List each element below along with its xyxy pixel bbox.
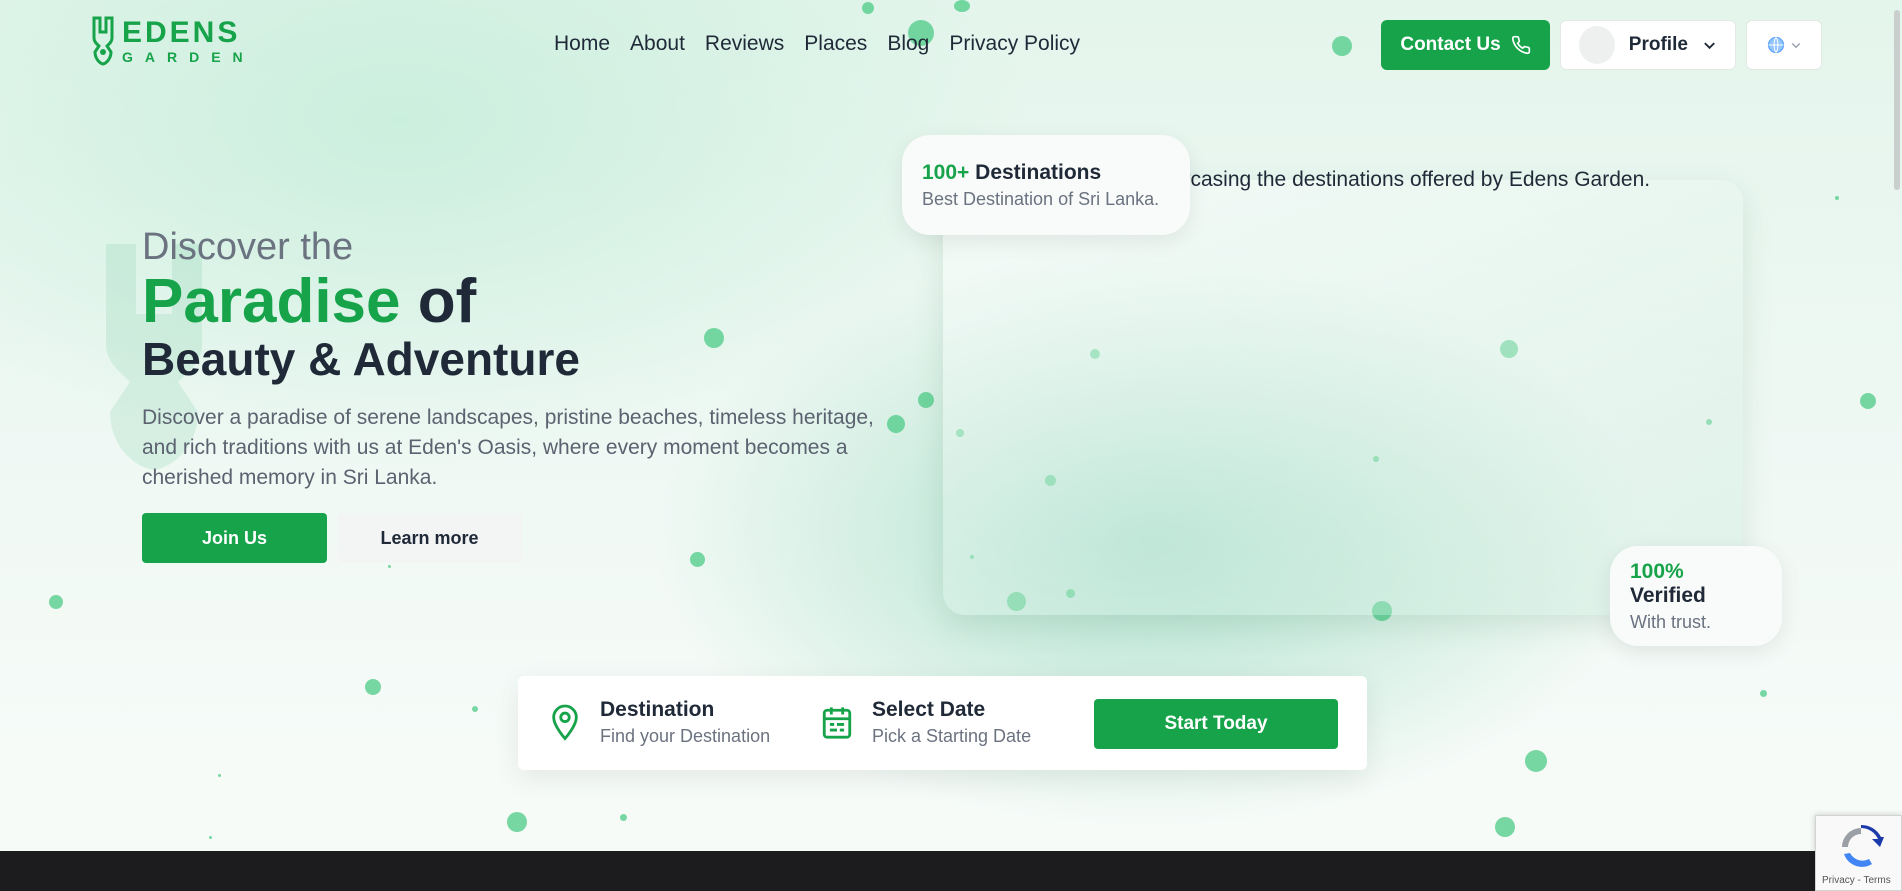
showcase-alt-text: vcasing the destinations offered by Eden…: [1180, 168, 1651, 191]
contact-us-label: Contact Us: [1400, 34, 1501, 55]
logo-icon: [92, 16, 114, 66]
particle: [1835, 196, 1839, 200]
page-scrollbar[interactable]: [1894, 10, 1900, 190]
language-selector[interactable]: [1746, 20, 1822, 70]
verified-count: 100%: [1630, 559, 1684, 583]
chevron-down-icon: [1704, 42, 1715, 50]
trip-search-bar: Destination Find your Destination Select…: [518, 676, 1367, 770]
date-title: Select Date: [872, 698, 986, 721]
date-sub: Pick a Starting Date: [872, 726, 1032, 746]
phone-icon: [1511, 35, 1530, 55]
learn-more-button[interactable]: Learn more: [337, 513, 522, 563]
destination-field[interactable]: Destination Find your Destination: [548, 698, 770, 747]
particle: [887, 415, 905, 433]
footer-strip: [0, 851, 1902, 891]
brand-name-bottom: GARDEN: [122, 49, 255, 65]
hero-title-highlight: Paradise: [142, 267, 401, 336]
destinations-label: Destinations: [975, 160, 1102, 184]
globe-icon: [1767, 36, 1785, 54]
map-pin-icon: [552, 704, 578, 741]
hero-description: Discover a paradise of serene landscapes…: [142, 406, 874, 489]
particle: [209, 836, 212, 839]
destinations-sub: Best Destination of Sri Lanka.: [922, 188, 1160, 209]
particle: [918, 392, 934, 408]
chevron-down-icon: [1791, 42, 1801, 49]
nav-blog[interactable]: Blog: [887, 32, 929, 56]
hero-pre-title: Discover the: [142, 226, 354, 268]
destinations-stat-card: 100+ Destinations Best Destination of Sr…: [902, 135, 1190, 235]
hero-subtitle: Beauty & Adventure: [142, 333, 580, 385]
brand-logo[interactable]: EDENS GARDEN: [90, 16, 255, 66]
particle: [704, 328, 724, 348]
particle: [1760, 690, 1767, 697]
verified-sub: With trust.: [1630, 611, 1712, 632]
recaptcha-icon: [1842, 824, 1884, 867]
nav-about[interactable]: About: [630, 32, 685, 56]
particle: [690, 552, 705, 567]
destination-title: Destination: [600, 698, 715, 721]
verified-stat-card: 100% Verified With trust.: [1610, 546, 1782, 646]
calendar-icon: [822, 706, 852, 739]
particle: [472, 706, 478, 712]
join-us-button[interactable]: Join Us: [142, 513, 327, 563]
nav-home[interactable]: Home: [554, 32, 610, 56]
particle: [49, 595, 63, 609]
start-today-button[interactable]: Start Today: [1094, 699, 1338, 749]
destination-sub: Find your Destination: [600, 726, 771, 746]
site-header: EDENS GARDEN Home About Reviews Places B…: [0, 0, 1902, 92]
particle: [365, 679, 381, 695]
particle: [218, 774, 221, 777]
profile-dropdown[interactable]: Profile: [1560, 20, 1736, 70]
particle: [507, 812, 527, 832]
nav-places[interactable]: Places: [804, 32, 867, 56]
verified-label: Verified: [1630, 583, 1706, 607]
main-nav: Home About Reviews Places Blog Privacy P…: [554, 32, 1080, 56]
recaptcha-links[interactable]: Privacy - Terms: [1822, 875, 1891, 886]
date-field[interactable]: Select Date Pick a Starting Date: [820, 698, 1031, 747]
destinations-count: 100+: [922, 160, 970, 184]
nav-privacy-policy[interactable]: Privacy Policy: [949, 32, 1080, 56]
recaptcha-badge[interactable]: Privacy - Terms: [1815, 815, 1902, 891]
nav-reviews[interactable]: Reviews: [705, 32, 784, 56]
hero-title-rest: of: [417, 267, 477, 336]
profile-label: Profile: [1628, 34, 1688, 55]
contact-us-button[interactable]: Contact Us: [1381, 20, 1550, 70]
particle: [1495, 817, 1515, 837]
particle: [1860, 393, 1876, 409]
avatar: [1579, 26, 1615, 64]
brand-name-top: EDENS: [122, 16, 241, 49]
particle: [1525, 750, 1547, 772]
particle: [388, 565, 391, 568]
hero-title: Paradise of: [142, 266, 476, 337]
particle: [620, 814, 627, 821]
